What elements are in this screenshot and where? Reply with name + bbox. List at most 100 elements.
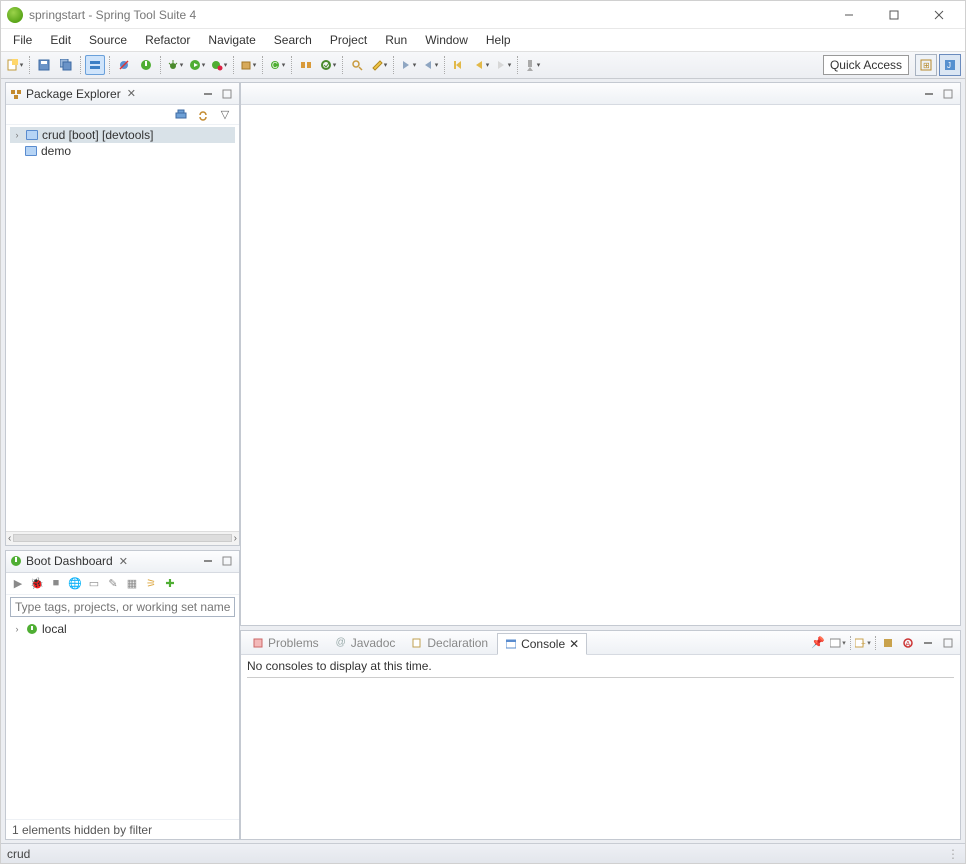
svg-text:A: A xyxy=(906,641,911,648)
tab-javadoc[interactable]: @ Javadoc xyxy=(328,633,403,653)
workbench: Package Explorer ✕ ▽ › crud [boot] [devt… xyxy=(1,79,965,843)
menu-window[interactable]: Window xyxy=(417,31,476,49)
menu-help[interactable]: Help xyxy=(478,31,519,49)
project-icon xyxy=(25,130,39,140)
save-button[interactable] xyxy=(34,55,54,75)
menu-edit[interactable]: Edit xyxy=(42,31,79,49)
display-console-icon[interactable]: ▾ xyxy=(830,635,846,651)
boot-dashboard-status: 1 elements hidden by filter xyxy=(6,819,239,839)
boot-filter-input[interactable] xyxy=(10,597,235,617)
package-explorer-tree[interactable]: › crud [boot] [devtools] demo xyxy=(6,125,239,531)
console-message: No consoles to display at this time. xyxy=(247,659,954,673)
open-browser-icon[interactable]: 🌐 xyxy=(67,575,83,591)
menu-project[interactable]: Project xyxy=(322,31,375,49)
menu-navigate[interactable]: Navigate xyxy=(200,31,263,49)
view-minimize-icon[interactable] xyxy=(920,635,936,651)
console-body: No consoles to display at this time. xyxy=(241,655,960,839)
console-option2-icon[interactable]: A xyxy=(900,635,916,651)
save-all-button[interactable] xyxy=(56,55,76,75)
open-type-button[interactable] xyxy=(296,55,316,75)
editor-minimize-icon[interactable] xyxy=(921,86,937,102)
tree-item-demo[interactable]: demo xyxy=(10,143,235,159)
view-minimize-icon[interactable] xyxy=(200,86,216,102)
open-perspective-button[interactable]: ⊞ xyxy=(915,54,937,76)
pin-console-icon[interactable]: 📌 xyxy=(810,635,826,651)
run-button[interactable] xyxy=(187,55,207,75)
svg-text:J: J xyxy=(947,61,951,70)
package-explorer-close-icon[interactable]: ✕ xyxy=(127,87,136,100)
svg-text:⊞: ⊞ xyxy=(923,61,930,70)
quick-access[interactable]: Quick Access xyxy=(823,55,909,75)
editor-area xyxy=(240,82,961,626)
java-perspective-button[interactable]: J xyxy=(939,54,961,76)
view-maximize-icon[interactable] xyxy=(219,553,235,569)
skip-breakpoints-button[interactable] xyxy=(114,55,134,75)
debug-icon[interactable]: 🐞 xyxy=(29,575,45,591)
svg-text:+: + xyxy=(861,639,866,648)
add-icon[interactable]: ✚ xyxy=(162,575,178,591)
boot-dashboard-icon xyxy=(10,555,22,567)
menu-search[interactable]: Search xyxy=(266,31,320,49)
console-icon xyxy=(505,638,517,650)
view-maximize-icon[interactable] xyxy=(219,86,235,102)
stop-icon[interactable]: ■ xyxy=(48,575,64,591)
prev-annotation-button[interactable] xyxy=(420,55,440,75)
open-task-button[interactable] xyxy=(318,55,338,75)
nav-back-end-button[interactable] xyxy=(449,55,469,75)
run-last-button[interactable] xyxy=(209,55,229,75)
window-title: springstart - Spring Tool Suite 4 xyxy=(29,8,196,22)
layout-icon[interactable]: ▦ xyxy=(124,575,140,591)
tree-item-crud[interactable]: › crud [boot] [devtools] xyxy=(10,127,235,143)
view-minimize-icon[interactable] xyxy=(200,553,216,569)
new-class-button[interactable]: C xyxy=(267,55,287,75)
view-menu-icon[interactable]: ▽ xyxy=(217,107,233,123)
expand-arrow-icon[interactable]: › xyxy=(12,624,22,634)
boot-dashboard-tree[interactable]: › local xyxy=(6,619,239,819)
edit-icon[interactable]: ✎ xyxy=(105,575,121,591)
status-grip-icon: ⋮ xyxy=(947,847,959,861)
new-package-button[interactable] xyxy=(238,55,258,75)
declaration-icon xyxy=(411,637,423,649)
link-editor-icon[interactable] xyxy=(195,107,211,123)
editor-maximize-icon[interactable] xyxy=(940,86,956,102)
tab-problems[interactable]: Problems xyxy=(245,633,326,653)
view-maximize-icon[interactable] xyxy=(940,635,956,651)
maximize-button[interactable] xyxy=(871,1,916,29)
start-icon[interactable]: ▶ xyxy=(10,575,26,591)
menu-run[interactable]: Run xyxy=(377,31,415,49)
boot-dashboard-close-icon[interactable]: ✕ xyxy=(119,555,128,568)
nav-back-button[interactable] xyxy=(471,55,491,75)
tree-item-local[interactable]: › local xyxy=(10,621,235,637)
annotation-button[interactable] xyxy=(369,55,389,75)
expand-arrow-icon[interactable]: › xyxy=(12,130,22,140)
bottom-panel: Problems @ Javadoc Declaration Console ✕… xyxy=(240,630,961,840)
pin-button[interactable] xyxy=(522,55,542,75)
statusbar: crud ⋮ xyxy=(1,843,965,863)
minimize-button[interactable] xyxy=(826,1,871,29)
titlebar: springstart - Spring Tool Suite 4 xyxy=(1,1,965,29)
close-button[interactable] xyxy=(916,1,961,29)
menu-file[interactable]: File xyxy=(5,31,40,49)
svg-text:C: C xyxy=(272,61,278,70)
menu-refactor[interactable]: Refactor xyxy=(137,31,198,49)
toggle-breadcrumb-button[interactable] xyxy=(85,55,105,75)
relaunch-button[interactable] xyxy=(136,55,156,75)
package-explorer-view: Package Explorer ✕ ▽ › crud [boot] [devt… xyxy=(5,82,240,546)
new-console-icon[interactable]: +▾ xyxy=(855,635,871,651)
collapse-all-icon[interactable] xyxy=(173,107,189,123)
package-explorer-title: Package Explorer xyxy=(26,87,121,101)
tab-console[interactable]: Console ✕ xyxy=(497,633,587,655)
new-button[interactable] xyxy=(5,55,25,75)
next-annotation-button[interactable] xyxy=(398,55,418,75)
debug-button[interactable] xyxy=(165,55,185,75)
open-console-icon[interactable]: ▭ xyxy=(86,575,102,591)
horizontal-scrollbar[interactable]: ‹ › xyxy=(6,531,239,545)
filter-icon[interactable]: ⚞ xyxy=(143,575,159,591)
console-close-icon[interactable]: ✕ xyxy=(569,637,579,651)
app-icon xyxy=(7,7,23,23)
search-button[interactable] xyxy=(347,55,367,75)
nav-forward-button[interactable] xyxy=(493,55,513,75)
tab-declaration[interactable]: Declaration xyxy=(404,633,495,653)
console-option1-icon[interactable] xyxy=(880,635,896,651)
menu-source[interactable]: Source xyxy=(81,31,135,49)
